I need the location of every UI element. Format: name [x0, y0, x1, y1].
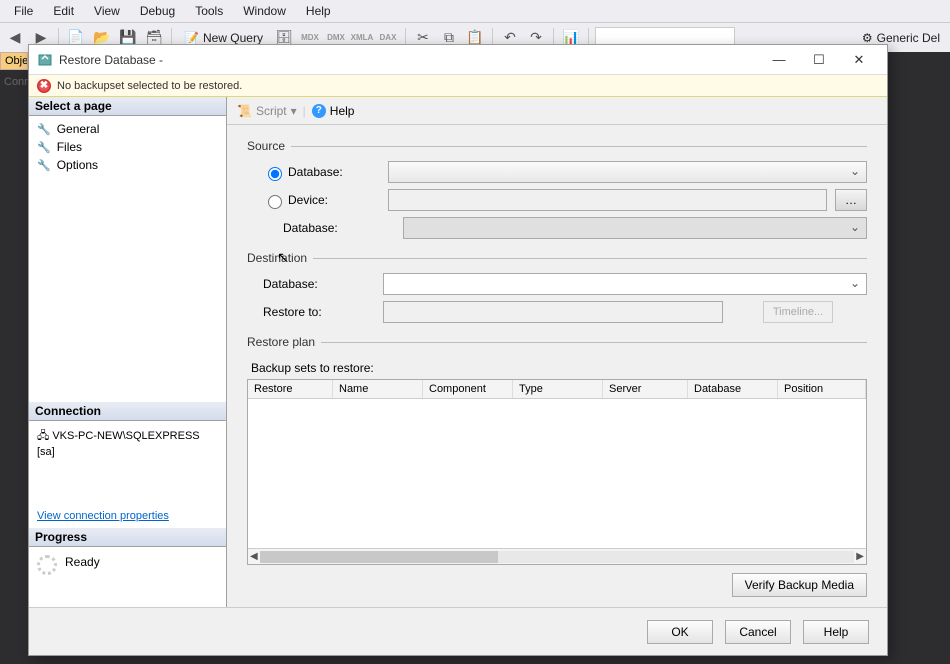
left-panel: Select a page 🔧 General 🔧 Files 🔧 Options C… — [29, 97, 227, 607]
help-footer-button[interactable]: Help — [803, 620, 869, 644]
destination-header: Destination — [247, 251, 307, 265]
progress-status: Ready — [65, 555, 100, 569]
right-panel: 📜 Script ▾ | ? Help Source Database: — [227, 97, 887, 607]
gear-icon: ⚙ — [862, 31, 873, 45]
wrench-icon: 🔧 — [37, 159, 51, 172]
new-query-label: New Query — [203, 31, 263, 45]
source-database-radio[interactable] — [268, 167, 282, 181]
scroll-left-icon[interactable]: ◀ — [250, 551, 258, 562]
server-icon: 🖧 — [37, 430, 49, 442]
browse-device-button[interactable]: … — [835, 189, 867, 211]
cancel-button[interactable]: Cancel — [725, 620, 791, 644]
wrench-icon: 🔧 — [37, 141, 51, 154]
minimize-button[interactable]: — — [759, 45, 799, 75]
page-options[interactable]: 🔧 Options — [35, 156, 220, 174]
script-button[interactable]: 📜 Script ▾ — [237, 104, 297, 118]
grid-hscrollbar[interactable]: ◀ ▶ — [248, 548, 866, 564]
progress-header: Progress — [29, 528, 226, 547]
ide-menubar: File Edit View Debug Tools Window Help — [0, 0, 950, 22]
source-device-db-label: Database: — [283, 221, 403, 235]
page-general-label: General — [57, 122, 100, 136]
backupsets-label: Backup sets to restore: — [251, 361, 867, 375]
separator: | — [303, 104, 306, 118]
restore-database-dialog: Restore Database - — ☐ ✕ ✖ No backupset … — [28, 44, 888, 656]
page-files-label: Files — [57, 140, 82, 154]
col-type[interactable]: Type — [513, 380, 603, 398]
page-files[interactable]: 🔧 Files — [35, 138, 220, 156]
source-database-label: Database: — [288, 165, 388, 179]
titlebar: Restore Database - — ☐ ✕ — [29, 45, 887, 75]
menu-window[interactable]: Window — [233, 2, 296, 20]
error-icon: ✖ — [37, 79, 51, 93]
restoreplan-header: Restore plan — [247, 335, 315, 349]
restore-to-input — [383, 301, 723, 323]
script-bar: 📜 Script ▾ | ? Help — [227, 97, 887, 125]
help-label: Help — [330, 104, 355, 118]
maximize-button[interactable]: ☐ — [799, 45, 839, 75]
connection-value: VKS-PC-NEW\SQLEXPRESS [sa] — [37, 430, 200, 458]
source-device-input[interactable] — [388, 189, 827, 211]
generic-label: Generic Del — [877, 31, 940, 45]
help-icon: ? — [312, 104, 326, 118]
ok-button[interactable]: OK — [647, 620, 713, 644]
menu-file[interactable]: File — [4, 2, 43, 20]
dest-database-label: Database: — [263, 277, 383, 291]
object-explorer-tab[interactable]: Obje — [0, 52, 28, 70]
source-database-combo[interactable] — [388, 161, 867, 183]
progress-spinner-icon — [37, 555, 57, 575]
col-restore[interactable]: Restore — [248, 380, 333, 398]
dialog-title: Restore Database - — [59, 53, 759, 67]
col-position[interactable]: Position — [778, 380, 866, 398]
col-name[interactable]: Name — [333, 380, 423, 398]
source-header: Source — [247, 139, 285, 153]
page-options-label: Options — [57, 158, 98, 172]
connection-header: Connection — [29, 402, 226, 421]
warning-text: No backupset selected to be restored. — [57, 80, 242, 92]
page-general[interactable]: 🔧 General — [35, 120, 220, 138]
source-device-db-combo — [403, 217, 867, 239]
grid-body — [248, 399, 866, 548]
restore-db-icon — [37, 52, 53, 68]
source-device-label: Device: — [288, 193, 388, 207]
verify-backup-media-button[interactable]: Verify Backup Media — [732, 573, 867, 597]
scroll-thumb[interactable] — [260, 551, 498, 563]
col-database[interactable]: Database — [688, 380, 778, 398]
menu-debug[interactable]: Debug — [130, 2, 185, 20]
menu-edit[interactable]: Edit — [43, 2, 84, 20]
view-connection-properties-link[interactable]: View connection properties — [29, 504, 226, 528]
timeline-button: Timeline... — [763, 301, 833, 323]
close-button[interactable]: ✕ — [839, 45, 879, 75]
wrench-icon: 🔧 — [37, 123, 51, 136]
col-server[interactable]: Server — [603, 380, 688, 398]
source-device-radio[interactable] — [268, 195, 282, 209]
backupsets-grid[interactable]: Restore Name Component Type Server Datab… — [247, 379, 867, 565]
menu-tools[interactable]: Tools — [185, 2, 233, 20]
dialog-footer: OK Cancel Help — [29, 607, 887, 655]
chevron-down-icon: ▾ — [291, 104, 297, 118]
select-page-header: Select a page — [29, 97, 226, 116]
script-label: Script — [256, 104, 287, 118]
menu-view[interactable]: View — [84, 2, 130, 20]
restore-to-label: Restore to: — [263, 305, 383, 319]
scroll-right-icon[interactable]: ▶ — [856, 551, 864, 562]
col-component[interactable]: Component — [423, 380, 513, 398]
menu-help[interactable]: Help — [296, 2, 341, 20]
dest-database-combo[interactable] — [383, 273, 867, 295]
query-icon: 📝 — [184, 31, 199, 45]
help-button[interactable]: ? Help — [312, 104, 355, 118]
nav-back-icon[interactable]: ◀ — [4, 27, 26, 49]
grid-header: Restore Name Component Type Server Datab… — [248, 380, 866, 399]
script-icon: 📜 — [237, 104, 252, 118]
connection-info: 🖧 VKS-PC-NEW\SQLEXPRESS [sa] — [29, 421, 226, 464]
warning-bar: ✖ No backupset selected to be restored. — [29, 75, 887, 97]
